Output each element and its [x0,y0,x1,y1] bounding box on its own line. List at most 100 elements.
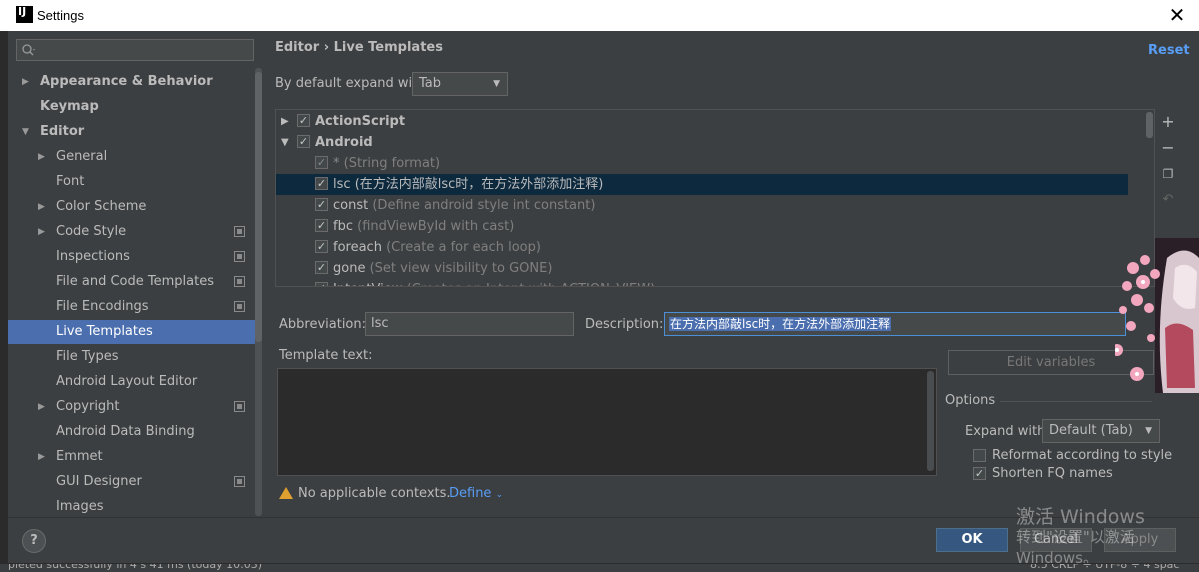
shorten-fq-label: Shorten FQ names [992,466,1113,481]
copy-icon[interactable]: ❐ [1158,164,1178,184]
description-label: Description: [585,317,664,332]
template-enabled-checkbox[interactable]: ✓ [315,240,328,253]
project-settings-icon [234,476,245,487]
sidebar-item-file-types[interactable]: File Types [8,345,256,369]
search-icon [22,44,35,56]
expand-arrow-icon[interactable]: ▶ [38,395,45,419]
template-enabled-checkbox[interactable]: ✓ [315,156,328,169]
template-group-row[interactable]: ▶ ✓ ActionScript [276,111,1128,132]
sidebar-item-android-data-binding[interactable]: Android Data Binding [8,420,256,444]
template-name: gone [333,261,366,276]
template-enabled-checkbox[interactable]: ✓ [297,114,310,127]
sidebar-item-font[interactable]: Font [8,170,256,194]
template-text-editor[interactable] [277,368,937,476]
expand-arrow-icon[interactable]: ▶ [38,195,45,219]
sidebar-item-file-and-code-templates[interactable]: File and Code Templates [8,270,256,294]
template-row[interactable]: ✓ gone (Set view visibility to GONE) [276,258,1128,279]
sidebar-item-label: Editor [40,124,85,139]
template-label: gone (Set view visibility to GONE) [333,258,552,279]
add-icon[interactable]: + [1158,112,1178,132]
template-enabled-checkbox[interactable]: ✓ [315,177,328,190]
template-label: Android [315,132,373,153]
sidebar-item-label: Copyright [56,399,120,414]
sidebar-item-copyright[interactable]: ▶ Copyright [8,395,256,419]
project-settings-icon [234,276,245,287]
template-enabled-checkbox[interactable]: ✓ [297,135,310,148]
sidebar-item-gui-designer[interactable]: GUI Designer [8,470,256,494]
sidebar-item-label: Emmet [56,449,103,464]
expand-with-select[interactable]: Default (Tab) ▼ [1042,419,1160,443]
sidebar-item-color-scheme[interactable]: ▶ Color Scheme [8,195,256,219]
sidebar-item-inspections[interactable]: Inspections [8,245,256,269]
expand-arrow-icon[interactable]: ▶ [38,445,45,469]
remove-icon[interactable]: − [1158,138,1178,158]
shorten-fq-checkbox[interactable]: ✓ [973,467,986,480]
sidebar-item-file-encodings[interactable]: File Encodings [8,295,256,319]
expand-with-label: Expand with [965,424,1046,439]
template-row[interactable]: ✓ IntentView (Creates an Intent with ACTI… [276,279,1128,286]
sidebar-item-code-style[interactable]: ▶ Code Style [8,220,256,244]
project-settings-icon [234,226,245,237]
sidebar-item-emmet[interactable]: ▶ Emmet [8,445,256,469]
sidebar-item-images[interactable]: Images [8,495,256,519]
ok-button[interactable]: OK [936,528,1008,552]
expand-arrow-icon[interactable]: ▶ [281,111,289,132]
help-button[interactable]: ? [22,529,46,553]
template-name: IntentView [333,282,402,286]
project-settings-icon [234,401,245,412]
reset-link[interactable]: Reset [1148,43,1190,58]
collapse-arrow-icon[interactable]: ▼ [22,120,29,144]
sidebar-item-label: Inspections [56,249,130,264]
define-context-link[interactable]: Define ⌄ [449,486,503,501]
template-row[interactable]: ✓ fbc (findViewById with cast) [276,216,1128,237]
chevron-down-icon: ▼ [1145,426,1152,436]
sidebar-scrollbar-thumb[interactable] [255,72,262,342]
template-group-row[interactable]: ▼ ✓ Android [276,132,1128,153]
sidebar-item-keymap[interactable]: Keymap [8,95,256,119]
sidebar-item-label: Color Scheme [56,199,147,214]
template-name: foreach [333,240,382,255]
sidebar-item-general[interactable]: ▶ General [8,145,256,169]
warning-icon [279,487,293,499]
sakura-decoration-image [1115,238,1199,393]
template-label: lsc (在方法内部敲lsc时，在方法外部添加注释) [333,174,603,195]
template-enabled-checkbox[interactable]: ✓ [315,198,328,211]
expand-arrow-icon[interactable]: ▶ [22,70,29,94]
close-icon[interactable]: ✕ [1166,3,1188,27]
expand-arrow-icon[interactable]: ▶ [38,220,45,244]
templates-tree: ▶ ✓ ActionScript ▼ ✓ Android ✓ * (String format… [275,109,1155,287]
template-row[interactable]: ✓ lsc (在方法内部敲lsc时，在方法外部添加注释) [276,174,1128,195]
template-row[interactable]: ✓ const (Define android style int constan… [276,195,1128,216]
template-row[interactable]: ✓ * (String format) [276,153,1128,174]
sidebar-item-label: Android Layout Editor [56,374,198,389]
description-input[interactable]: 在方法内部敲lsc时，在方法外部添加注释 [664,312,1126,336]
template-enabled-checkbox[interactable]: ✓ [315,261,328,274]
sidebar-item-label: Android Data Binding [56,424,195,439]
template-row[interactable]: ✓ foreach (Create a for each loop) [276,237,1128,258]
settings-search-input[interactable] [16,39,254,61]
collapse-arrow-icon[interactable]: ▼ [281,132,289,153]
template-name: Android [315,135,373,150]
expand-arrow-icon[interactable]: ▶ [38,145,45,169]
sidebar-item-live-templates[interactable]: Live Templates [8,320,256,344]
default-expand-select[interactable]: Tab ▼ [412,72,508,96]
chevron-down-icon: ⌄ [495,490,504,500]
template-enabled-checkbox[interactable]: ✓ [315,282,328,286]
template-text-scrollbar[interactable] [927,371,934,471]
template-name: const [333,198,369,213]
sidebar-item-label: Code Style [56,224,127,239]
sidebar-item-android-layout-editor[interactable]: Android Layout Editor [8,370,256,394]
abbreviation-input[interactable]: lsc [365,312,574,336]
restore-icon[interactable]: ↶ [1158,190,1178,210]
background-ide-edge [0,31,8,571]
sidebar-item-editor[interactable]: ▼ Editor [8,120,256,144]
default-expand-value: Tab [419,76,442,91]
template-enabled-checkbox[interactable]: ✓ [315,219,328,232]
reformat-label: Reformat according to style [992,448,1173,463]
sidebar-item-appearance-behavior[interactable]: ▶ Appearance & Behavior [8,70,256,94]
breadcrumb: Editor › Live Templates [275,40,443,55]
templates-tree-scrollbar[interactable] [1146,112,1153,138]
template-description: (Creates an Intent with ACTION_VIEW) [407,282,656,286]
template-description: (findViewById with cast) [357,219,515,234]
reformat-checkbox[interactable] [973,449,986,462]
